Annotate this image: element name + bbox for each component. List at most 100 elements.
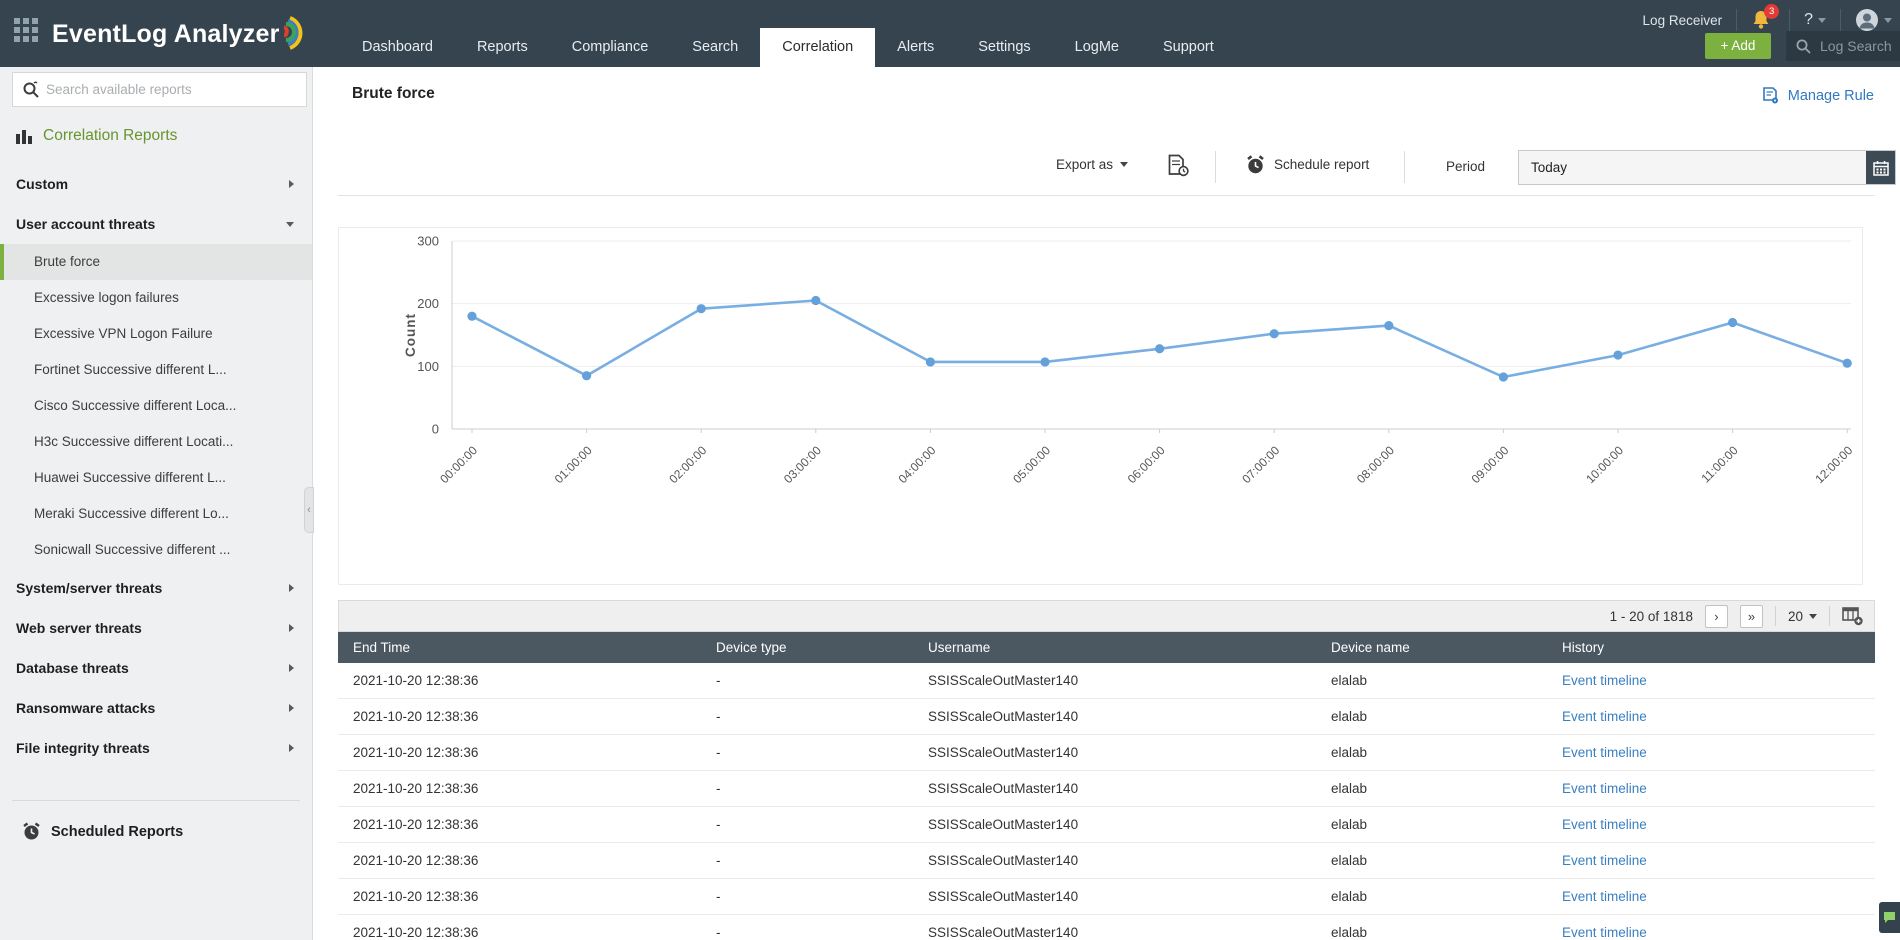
notification-badge: 3 xyxy=(1764,4,1779,19)
cell-username: SSISScaleOutMaster140 xyxy=(913,663,1316,698)
column-header-device-name[interactable]: Device name xyxy=(1316,632,1547,663)
events-table: End TimeDevice typeUsernameDevice nameHi… xyxy=(338,632,1875,940)
calendar-button[interactable] xyxy=(1866,151,1895,184)
count-chart-panel: 0100200300Count00:00:0001:00:0002:00:000… xyxy=(338,227,1863,585)
cell-device-type: - xyxy=(701,771,913,806)
schedule-report-button[interactable]: Schedule report xyxy=(1246,154,1369,175)
event-timeline-link[interactable]: Event timeline xyxy=(1547,843,1875,878)
svg-text:07:00:00: 07:00:00 xyxy=(1239,443,1282,486)
table-row: 2021-10-20 12:38:36-SSISScaleOutMaster14… xyxy=(338,807,1875,843)
scheduled-reports-link[interactable]: Scheduled Reports xyxy=(22,822,183,841)
tree-group-user-account-threats[interactable]: User account threats xyxy=(0,204,312,244)
avatar-icon xyxy=(1855,8,1879,32)
notifications-button[interactable]: 3 xyxy=(1751,9,1775,31)
svg-text:06:00:00: 06:00:00 xyxy=(1125,443,1168,486)
cell-end-time: 2021-10-20 12:38:36 xyxy=(338,699,701,734)
column-header-username[interactable]: Username xyxy=(913,632,1316,663)
cell-username: SSISScaleOutMaster140 xyxy=(913,879,1316,914)
tree-group-database-threats[interactable]: Database threats xyxy=(0,648,312,688)
tree-item-cisco-successive-different-loca[interactable]: Cisco Successive different Loca... xyxy=(0,388,312,424)
tree-item-h3c-successive-different-locati[interactable]: H3c Successive different Locati... xyxy=(0,424,312,460)
export-as-dropdown[interactable]: Export as xyxy=(1056,157,1128,172)
nav-tab-alerts[interactable]: Alerts xyxy=(875,28,956,67)
tree-group-custom[interactable]: Custom xyxy=(0,164,312,204)
tree-item-meraki-successive-different-lo[interactable]: Meraki Successive different Lo... xyxy=(0,496,312,532)
cell-end-time: 2021-10-20 12:38:36 xyxy=(338,771,701,806)
table-row: 2021-10-20 12:38:36-SSISScaleOutMaster14… xyxy=(338,843,1875,879)
nav-tab-correlation[interactable]: Correlation xyxy=(760,28,875,67)
page-size-dropdown[interactable]: 20 xyxy=(1788,609,1817,624)
pagination-separator xyxy=(1829,606,1830,626)
nav-tab-dashboard[interactable]: Dashboard xyxy=(340,28,455,67)
page-title: Brute force xyxy=(352,85,435,103)
tree-item-fortinet-successive-different-l[interactable]: Fortinet Successive different L... xyxy=(0,352,312,388)
column-header-end-time[interactable]: End Time xyxy=(338,632,701,663)
help-menu-button[interactable]: ? xyxy=(1804,11,1826,29)
tree-item-excessive-vpn-logon-failure[interactable]: Excessive VPN Logon Failure xyxy=(0,316,312,352)
event-timeline-link[interactable]: Event timeline xyxy=(1547,915,1875,940)
chevron-right-icon xyxy=(289,584,294,592)
chevron-right-icon xyxy=(289,664,294,672)
svg-text:Count: Count xyxy=(403,313,418,357)
apps-grid-icon[interactable] xyxy=(14,18,40,44)
feedback-tab-button[interactable] xyxy=(1879,902,1900,933)
event-timeline-link[interactable]: Event timeline xyxy=(1547,771,1875,806)
nav-tab-logme[interactable]: LogMe xyxy=(1053,28,1141,67)
cell-end-time: 2021-10-20 12:38:36 xyxy=(338,915,701,940)
event-timeline-link[interactable]: Event timeline xyxy=(1547,699,1875,734)
log-receiver-link[interactable]: Log Receiver xyxy=(1643,13,1723,28)
svg-text:01:00:00: 01:00:00 xyxy=(552,443,595,486)
logo-swoosh-icon xyxy=(284,14,318,54)
event-timeline-link[interactable]: Event timeline xyxy=(1547,735,1875,770)
report-search-input[interactable] xyxy=(40,82,306,97)
table-row: 2021-10-20 12:38:36-SSISScaleOutMaster14… xyxy=(338,735,1875,771)
add-button[interactable]: + Add xyxy=(1705,33,1771,59)
app-logo[interactable]: EventLog Analyzer xyxy=(52,14,318,54)
cell-username: SSISScaleOutMaster140 xyxy=(913,843,1316,878)
last-page-button[interactable]: » xyxy=(1740,605,1763,628)
tree-group-ransomware-attacks[interactable]: Ransomware attacks xyxy=(0,688,312,728)
period-input[interactable]: Today xyxy=(1518,150,1896,185)
tree-item-huawei-successive-different-l[interactable]: Huawei Successive different L... xyxy=(0,460,312,496)
tree-group-web-server-threats[interactable]: Web server threats xyxy=(0,608,312,648)
chevron-down-icon xyxy=(1120,162,1128,167)
nav-tab-search[interactable]: Search xyxy=(670,28,760,67)
correlation-reports-header[interactable]: Correlation Reports xyxy=(16,127,177,145)
tree-item-excessive-logon-failures[interactable]: Excessive logon failures xyxy=(0,280,312,316)
topbar-separator xyxy=(1789,9,1790,31)
cell-device-type: - xyxy=(701,735,913,770)
next-page-button[interactable]: › xyxy=(1705,605,1728,628)
search-icon[interactable] xyxy=(13,81,40,98)
event-timeline-link[interactable]: Event timeline xyxy=(1547,879,1875,914)
tree-item-brute-force[interactable]: Brute force xyxy=(0,244,312,280)
event-timeline-link[interactable]: Event timeline xyxy=(1547,807,1875,842)
tree-item-sonicwall-successive-different[interactable]: Sonicwall Successive different ... xyxy=(0,532,312,568)
tree-group-system-server-threats[interactable]: System/server threats xyxy=(0,568,312,608)
main-nav: DashboardReportsComplianceSearchCorrelat… xyxy=(340,28,1236,67)
column-header-history[interactable]: History xyxy=(1547,632,1875,663)
chat-icon xyxy=(1883,911,1896,924)
nav-tab-reports[interactable]: Reports xyxy=(455,28,550,67)
svg-text:04:00:00: 04:00:00 xyxy=(896,443,939,486)
log-search-box[interactable]: Log Search xyxy=(1786,31,1900,61)
period-label: Period xyxy=(1446,159,1485,174)
user-menu-button[interactable] xyxy=(1855,8,1892,32)
manage-columns-button[interactable] xyxy=(1842,607,1864,626)
nav-tab-compliance[interactable]: Compliance xyxy=(550,28,671,67)
sidebar-collapse-handle[interactable]: ‹ xyxy=(304,487,314,533)
alarm-clock-icon xyxy=(22,822,41,841)
cell-device-name: elalab xyxy=(1316,915,1547,940)
tree-group-file-integrity-threats[interactable]: File integrity threats xyxy=(0,728,312,768)
period-value: Today xyxy=(1531,160,1567,175)
nav-tab-support[interactable]: Support xyxy=(1141,28,1236,67)
table-header-row: End TimeDevice typeUsernameDevice nameHi… xyxy=(338,632,1875,663)
export-schedule-icon[interactable] xyxy=(1168,154,1189,183)
nav-tab-settings[interactable]: Settings xyxy=(956,28,1052,67)
event-timeline-link[interactable]: Event timeline xyxy=(1547,663,1875,698)
column-header-device-type[interactable]: Device type xyxy=(701,632,913,663)
manage-rule-link[interactable]: Manage Rule xyxy=(1762,87,1874,105)
cell-device-name: elalab xyxy=(1316,879,1547,914)
svg-text:12:00:00: 12:00:00 xyxy=(1812,443,1855,486)
cell-device-name: elalab xyxy=(1316,771,1547,806)
report-tree: CustomUser account threatsBrute forceExc… xyxy=(0,164,312,768)
